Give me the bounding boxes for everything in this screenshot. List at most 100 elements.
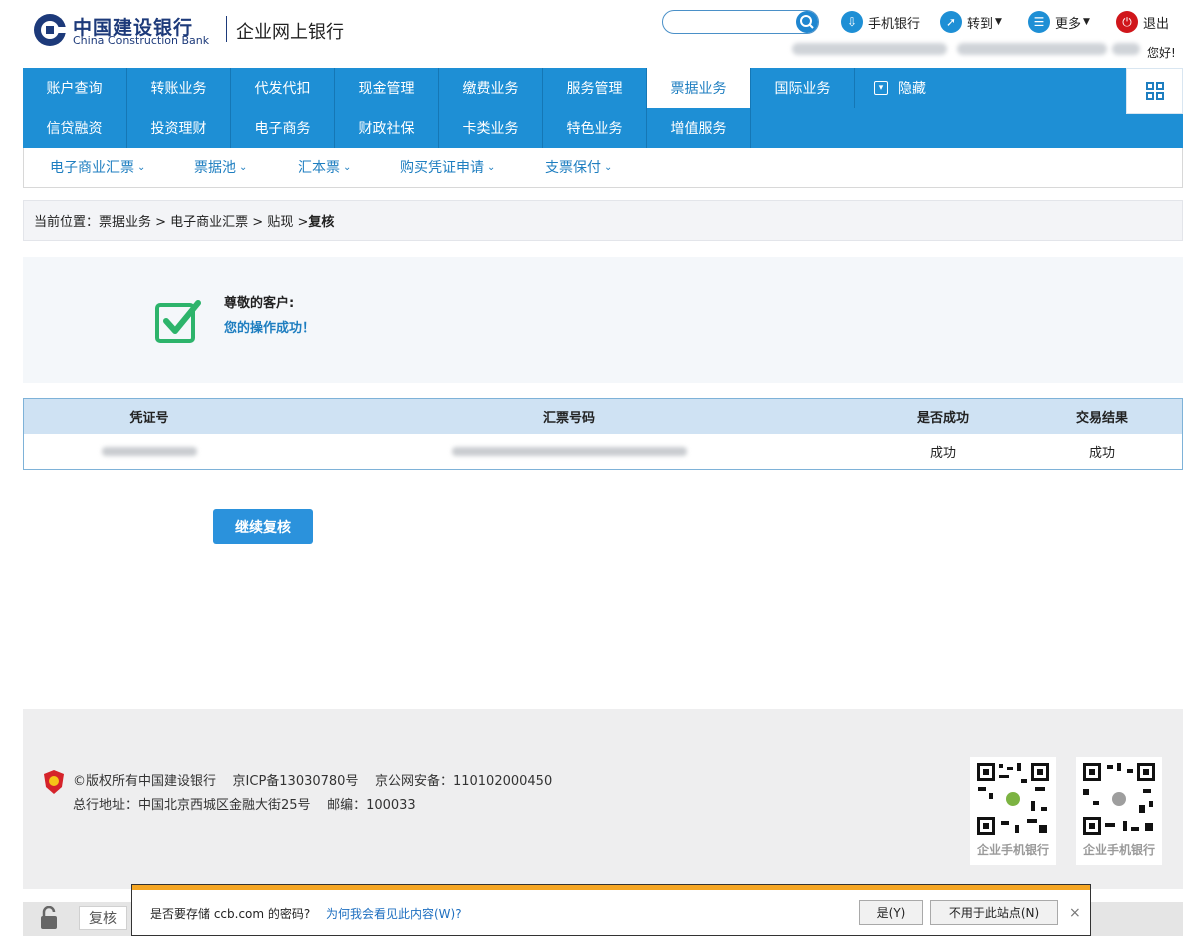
breadcrumb-path: 当前位置：票据业务 > 电子商业汇票 > 贴现 > xyxy=(34,215,309,230)
mobile-bank-label: 手机银行 xyxy=(868,16,921,32)
page-footer: ©版权所有中国建设银行 京ICP备13030780号 京公网安备：1101020… xyxy=(23,709,1183,889)
more-label: 更多 xyxy=(1055,16,1082,32)
ccb-logo-icon xyxy=(34,14,67,46)
never-for-site-button[interactable]: 不用于此站点(N) xyxy=(930,900,1058,925)
lock-icon xyxy=(41,906,57,929)
greeting-text: 您好! xyxy=(1147,46,1176,60)
nav-cash-mgmt[interactable]: 现金管理 xyxy=(335,68,439,108)
nav-cards[interactable]: 卡类业务 xyxy=(439,108,543,148)
redacted-voucher-no xyxy=(101,447,197,456)
qr-android[interactable]: 企业手机银行 xyxy=(970,757,1056,865)
search-icon xyxy=(800,15,814,29)
nav-payment[interactable]: 缴费业务 xyxy=(439,68,543,108)
col-draft-no: 汇票号码 xyxy=(542,411,595,426)
nav-international[interactable]: 国际业务 xyxy=(751,68,855,108)
why-see-this-link[interactable]: 为何我会看见此内容(W)? xyxy=(326,905,462,922)
password-bar-accent xyxy=(132,885,1090,890)
logout-button[interactable]: ⏻ 退出 xyxy=(1116,10,1169,34)
close-icon[interactable]: × xyxy=(1069,905,1081,921)
goto-label: 转到 xyxy=(967,16,994,32)
cell-draft-no xyxy=(274,434,864,469)
cell-voucher-no xyxy=(24,434,274,469)
redacted-user-id xyxy=(957,43,1107,55)
nav-account-query[interactable]: 账户查询 xyxy=(23,68,127,108)
success-title: 尊敬的客户: xyxy=(224,296,295,311)
redacted-user-name xyxy=(1112,43,1140,55)
qr-code-android-icon xyxy=(975,761,1051,837)
cell-is-success: 成功 xyxy=(929,446,956,461)
subnav-check-guarantee[interactable]: 支票保付 ⌄ xyxy=(545,148,612,186)
nav-hide-toggle[interactable]: ▾ 隐藏 xyxy=(874,68,994,108)
password-save-bar: 是否要存储 ccb.com 的密码? 为何我会看见此内容(W)? 是(Y) 不用… xyxy=(131,884,1091,936)
forward-arrow-icon: ➚ xyxy=(940,11,962,33)
success-panel: 尊敬的客户: 您的操作成功！ xyxy=(23,257,1183,383)
list-icon: ☰ xyxy=(1028,11,1050,33)
nav-special[interactable]: 特色业务 xyxy=(543,108,647,148)
success-message: 您的操作成功！ xyxy=(224,321,316,336)
address-text: 总行地址：中国北京西城区金融大街25号 邮编：100033 xyxy=(73,798,416,813)
caret-down-icon: ▼ xyxy=(995,17,1002,27)
mobile-bank-link[interactable]: ⇩ 手机银行 xyxy=(841,10,920,34)
nav-bills[interactable]: 票据业务 xyxy=(647,68,751,108)
download-icon: ⇩ xyxy=(841,11,863,33)
search-button[interactable] xyxy=(796,11,818,33)
subnav-bank-draft-label: 汇本票 xyxy=(298,160,340,176)
nav-service-mgmt[interactable]: 服务管理 xyxy=(543,68,647,108)
qr-code-ios-icon xyxy=(1081,761,1157,837)
cell-result: 成功 xyxy=(1088,446,1115,461)
nav-credit[interactable]: 信贷融资 xyxy=(23,108,127,148)
main-nav: 账户查询 转账业务 代发代扣 现金管理 缴费业务 服务管理 票据业务 国际业务 … xyxy=(23,68,1183,148)
nav-ecommerce[interactable]: 电子商务 xyxy=(231,108,335,148)
nav-investment[interactable]: 投资理财 xyxy=(127,108,231,148)
chevron-down-icon: ⌄ xyxy=(239,161,248,173)
subnav-bill-pool-label: 票据池 xyxy=(194,160,236,176)
grid-menu-button[interactable] xyxy=(1126,68,1183,114)
qr-ios[interactable]: 企业手机银行 xyxy=(1076,757,1162,865)
continue-review-button[interactable]: 继续复核 xyxy=(213,509,313,544)
copyright-text: ©版权所有中国建设银行 京ICP备13030780号 京公网安备：1101020… xyxy=(73,774,553,789)
nav-transfer[interactable]: 转账业务 xyxy=(127,68,231,108)
chevron-down-icon: ⌄ xyxy=(343,161,352,173)
nav-value-added[interactable]: 增值服务 xyxy=(647,108,751,148)
logo-subtitle: 企业网上银行 xyxy=(236,22,344,43)
more-menu[interactable]: ☰ 更多 ▼ xyxy=(1028,10,1090,34)
logo-divider xyxy=(226,16,227,42)
nav-payroll[interactable]: 代发代扣 xyxy=(231,68,335,108)
sub-nav: 电子商业汇票 ⌄ 票据池 ⌄ 汇本票 ⌄ 购买凭证申请 ⌄ 支票保付 ⌄ xyxy=(23,148,1183,188)
redacted-draft-no xyxy=(451,447,687,456)
subnav-bank-draft[interactable]: 汇本票 ⌄ xyxy=(298,148,351,186)
chevron-down-icon: ⌄ xyxy=(487,161,496,173)
redacted-company-name xyxy=(792,43,947,55)
subnav-voucher-apply[interactable]: 购买凭证申请 ⌄ xyxy=(400,148,495,186)
nav-hide-label: 隐藏 xyxy=(898,81,926,97)
chevron-down-icon: ⌄ xyxy=(137,161,146,173)
subnav-ecd[interactable]: 电子商业汇票 ⌄ xyxy=(50,148,145,186)
goto-menu[interactable]: ➚ 转到 ▼ xyxy=(940,10,1002,34)
password-question: 是否要存储 ccb.com 的密码? xyxy=(150,907,311,921)
subnav-ecd-label: 电子商业汇票 xyxy=(50,160,134,176)
power-icon: ⏻ xyxy=(1116,11,1138,33)
police-badge-icon xyxy=(44,770,64,794)
table-header: 凭证号 汇票号码 是否成功 交易结果 xyxy=(24,399,1182,434)
subnav-bill-pool[interactable]: 票据池 ⌄ xyxy=(194,148,247,186)
logo-en-text: China Construction Bank xyxy=(73,34,210,47)
breadcrumb: 当前位置：票据业务 > 电子商业汇票 > 贴现 > 复核 xyxy=(23,200,1183,241)
chevron-down-icon: ⌄ xyxy=(604,161,613,173)
grid-icon xyxy=(1145,82,1164,100)
qr-ios-label: 企业手机银行 xyxy=(1082,843,1155,857)
result-table: 凭证号 汇票号码 是否成功 交易结果 成功 成功 xyxy=(23,398,1183,470)
status-tab-review[interactable]: 复核 xyxy=(79,906,127,930)
qr-android-label: 企业手机银行 xyxy=(976,843,1049,857)
subnav-check-guarantee-label: 支票保付 xyxy=(545,160,601,176)
col-is-success: 是否成功 xyxy=(916,411,969,426)
col-result: 交易结果 xyxy=(1075,411,1128,426)
save-password-yes-button[interactable]: 是(Y) xyxy=(859,900,923,925)
logout-label: 退出 xyxy=(1143,16,1170,32)
breadcrumb-current: 复核 xyxy=(308,215,335,230)
col-voucher-no: 凭证号 xyxy=(129,411,169,426)
subnav-voucher-apply-label: 购买凭证申请 xyxy=(400,160,484,176)
nav-finance-social[interactable]: 财政社保 xyxy=(335,108,439,148)
caret-down-icon: ▼ xyxy=(1083,17,1090,27)
collapse-icon: ▾ xyxy=(874,81,888,95)
page-header: 中国建设银行 China Construction Bank 企业网上银行 ⇩ … xyxy=(0,0,1200,68)
